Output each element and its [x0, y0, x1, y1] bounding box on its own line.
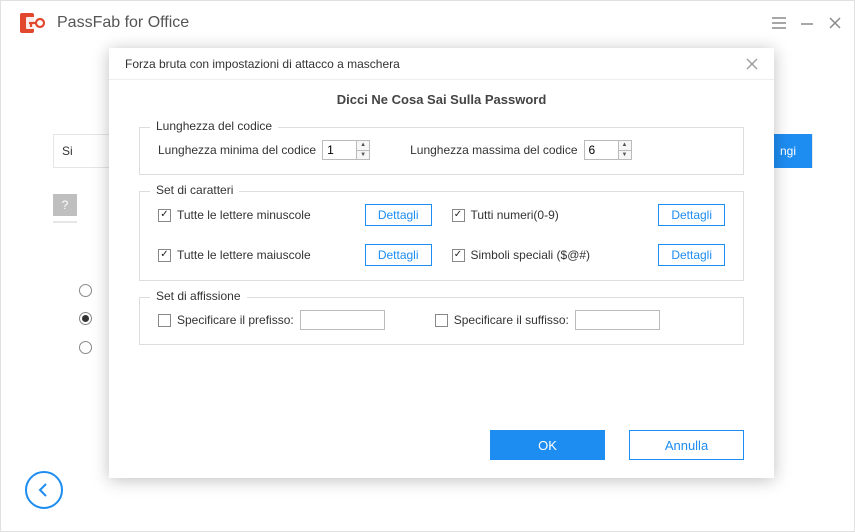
max-length-up-icon[interactable]: ▲ — [619, 141, 631, 151]
menu-icon[interactable] — [770, 14, 788, 32]
max-length-spinner[interactable]: ▲ ▼ — [584, 140, 632, 160]
symbols-details-button[interactable]: Dettagli — [658, 244, 725, 266]
mask-attack-settings-dialog: Forza bruta con impostazioni di attacco … — [109, 48, 774, 478]
uppercase-checkbox[interactable] — [158, 249, 171, 262]
password-length-fieldset: Lunghezza del codice Lunghezza minima de… — [139, 127, 744, 175]
lowercase-label: Tutte le lettere minuscole — [177, 208, 311, 222]
dialog-subtitle: Dicci Ne Cosa Sai Sulla Password — [139, 92, 744, 107]
dialog-title: Forza bruta con impostazioni di attacco … — [125, 57, 400, 71]
numbers-details-button[interactable]: Dettagli — [658, 204, 725, 226]
window-controls — [770, 14, 844, 32]
max-length-item: Lunghezza massima del codice ▲ ▼ — [410, 140, 631, 160]
attack-option-radio-2[interactable] — [79, 312, 92, 325]
app-title: PassFab for Office — [57, 14, 189, 32]
prefix-label: Specificare il prefisso: — [177, 313, 294, 327]
max-length-label: Lunghezza massima del codice — [410, 143, 577, 157]
charset-uppercase-item: Tutte le lettere maiuscole Dettagli — [158, 244, 432, 266]
max-length-down-icon[interactable]: ▼ — [619, 151, 631, 160]
charset-fieldset: Set di caratteri Tutte le lettere minusc… — [139, 191, 744, 281]
attack-option-radio-1[interactable] — [79, 284, 92, 297]
numbers-checkbox[interactable] — [452, 209, 465, 222]
symbols-label: Simboli speciali ($@#) — [471, 248, 591, 262]
back-button[interactable] — [25, 471, 63, 509]
ok-button[interactable]: OK — [490, 430, 605, 460]
affix-fieldset: Set di affissione Specificare il prefiss… — [139, 297, 744, 345]
min-length-up-icon[interactable]: ▲ — [357, 141, 369, 151]
uppercase-details-button[interactable]: Dettagli — [365, 244, 432, 266]
prefix-input[interactable] — [300, 310, 385, 330]
numbers-label: Tutti numeri(0-9) — [471, 208, 559, 222]
dialog-footer: OK Annulla — [109, 414, 774, 478]
close-icon[interactable] — [826, 14, 844, 32]
main-window-header: PassFab for Office — [1, 1, 854, 45]
attack-option-radio-3[interactable] — [79, 341, 92, 354]
help-icon[interactable]: ? — [53, 194, 77, 216]
length-legend: Lunghezza del codice — [150, 119, 278, 133]
cancel-button[interactable]: Annulla — [629, 430, 744, 460]
uppercase-label: Tutte le lettere maiuscole — [177, 248, 311, 262]
dialog-body: Dicci Ne Cosa Sai Sulla Password Lunghez… — [109, 80, 774, 414]
suffix-label: Specificare il suffisso: — [454, 313, 569, 327]
charset-numbers-item: Tutti numeri(0-9) Dettagli — [452, 204, 726, 226]
affix-legend: Set di affissione — [150, 289, 247, 303]
suffix-checkbox[interactable] — [435, 314, 448, 327]
symbols-checkbox[interactable] — [452, 249, 465, 262]
prefix-item: Specificare il prefisso: — [158, 310, 385, 330]
brand: PassFab for Office — [19, 9, 189, 37]
lowercase-checkbox[interactable] — [158, 209, 171, 222]
min-length-spinner[interactable]: ▲ ▼ — [322, 140, 370, 160]
minimize-icon[interactable] — [798, 14, 816, 32]
bg-button-label: ngi — [780, 144, 796, 158]
bg-divider — [53, 221, 77, 223]
lowercase-details-button[interactable]: Dettagli — [365, 204, 432, 226]
suffix-input[interactable] — [575, 310, 660, 330]
charset-symbols-item: Simboli speciali ($@#) Dettagli — [452, 244, 726, 266]
min-length-item: Lunghezza minima del codice ▲ ▼ — [158, 140, 370, 160]
max-length-input[interactable] — [584, 140, 618, 160]
min-length-label: Lunghezza minima del codice — [158, 143, 316, 157]
charset-legend: Set di caratteri — [150, 183, 239, 197]
suffix-item: Specificare il suffisso: — [435, 310, 660, 330]
prefix-checkbox[interactable] — [158, 314, 171, 327]
charset-lowercase-item: Tutte le lettere minuscole Dettagli — [158, 204, 432, 226]
min-length-input[interactable] — [322, 140, 356, 160]
app-logo-icon — [19, 9, 47, 37]
dialog-header: Forza bruta con impostazioni di attacco … — [109, 48, 774, 80]
file-row-text: Si — [62, 144, 73, 158]
dialog-close-icon[interactable] — [744, 56, 760, 72]
min-length-down-icon[interactable]: ▼ — [357, 151, 369, 160]
